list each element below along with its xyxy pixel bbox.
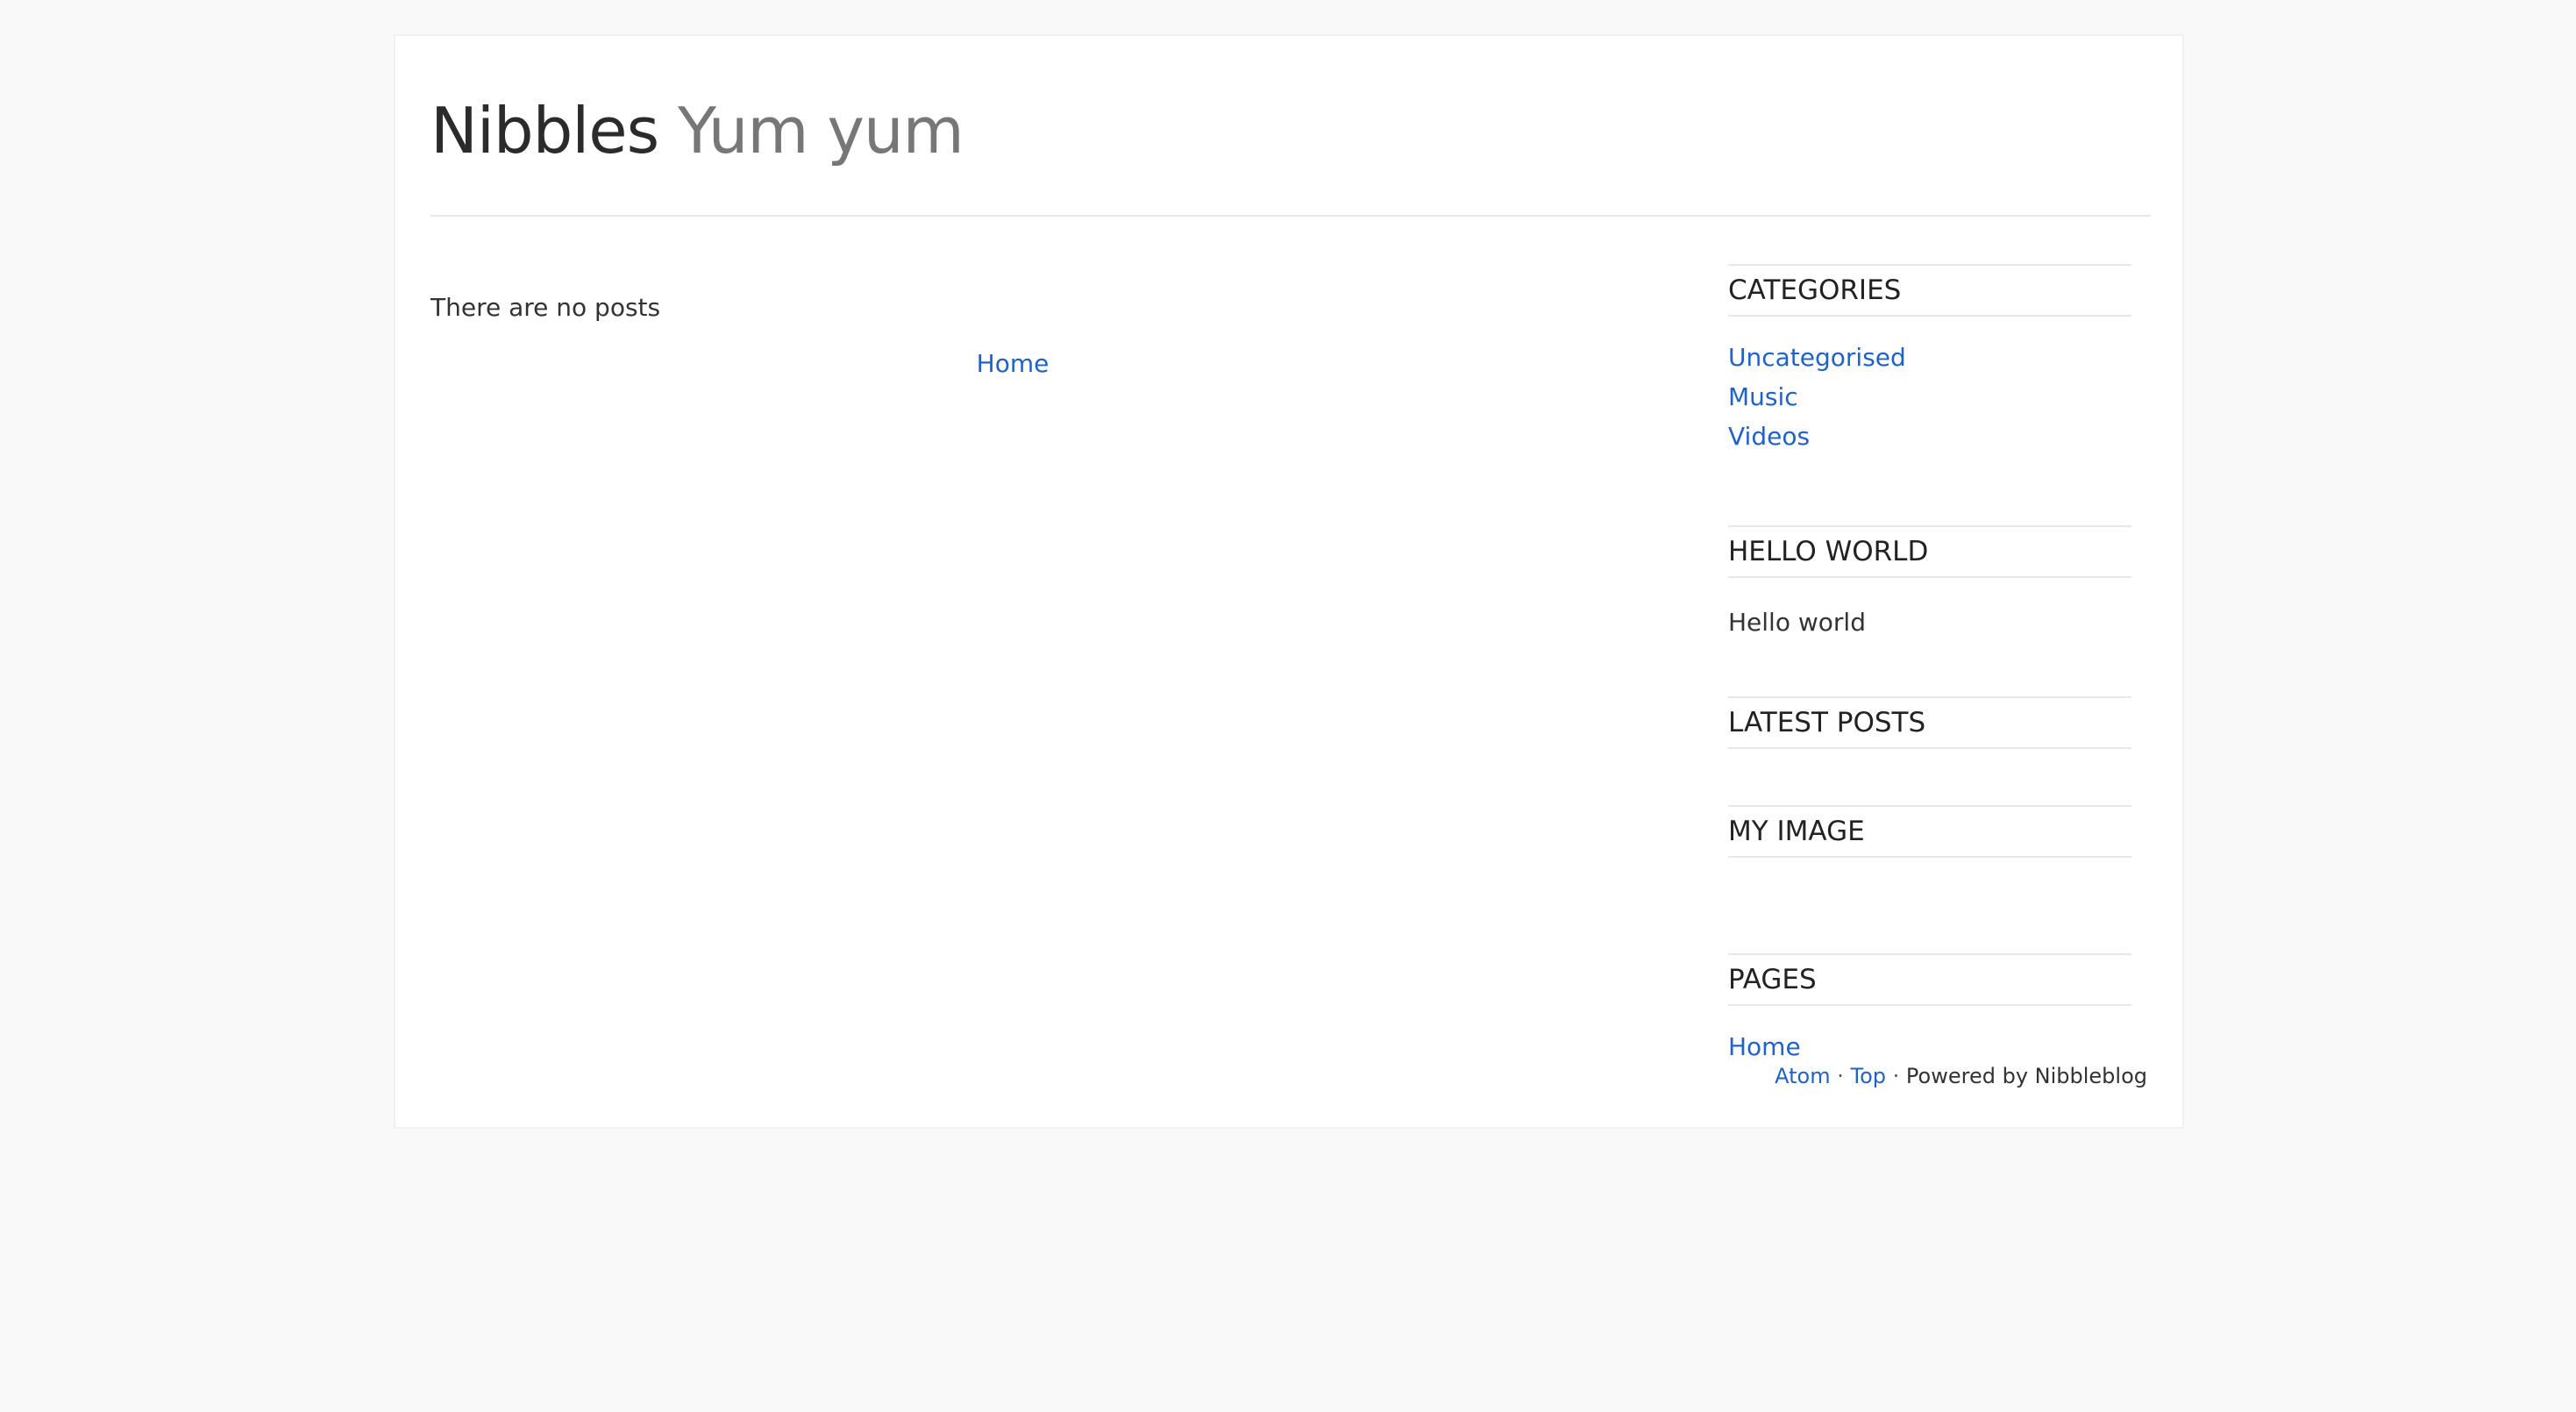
pager-home-link[interactable]: Home (977, 349, 1050, 378)
main-content: There are no posts Home (431, 290, 1570, 378)
plugin-latest-posts: LATEST POSTS (1728, 696, 2131, 749)
list-item: Music (1728, 377, 2131, 417)
plugin-title-categories: CATEGORIES (1728, 264, 2131, 317)
site-name: Nibbles (431, 94, 659, 168)
pager: Home (431, 346, 1595, 382)
category-link-music[interactable]: Music (1728, 382, 1798, 411)
back-to-top-link[interactable]: Top (1851, 1064, 1887, 1088)
atom-feed-link[interactable]: Atom (1775, 1064, 1830, 1088)
plugin-pages: PAGES Home (1728, 953, 2131, 1066)
plugin-categories: CATEGORIES Uncategorised Music Videos (1728, 264, 2131, 456)
site-header: Nibbles Yum yum (431, 94, 2151, 217)
footer-separator: · (1892, 1064, 1900, 1088)
category-link-uncategorised[interactable]: Uncategorised (1728, 343, 1906, 372)
list-item: Uncategorised (1728, 338, 2131, 377)
category-link-videos[interactable]: Videos (1728, 422, 1810, 451)
site-title: Nibbles Yum yum (431, 94, 964, 168)
plugin-title-my-image: MY IMAGE (1728, 805, 2131, 858)
powered-by-text: Powered by Nibbleblog (1905, 1064, 2147, 1088)
footer-separator: · (1837, 1064, 1844, 1088)
plugin-title-latest-posts: LATEST POSTS (1728, 696, 2131, 749)
hello-world-text: Hello world (1728, 608, 1866, 637)
plugin-my-image: MY IMAGE (1728, 805, 2131, 858)
categories-list: Uncategorised Music Videos (1728, 317, 2131, 456)
plugin-hello-world: HELLO WORLD Hello world (1728, 525, 2131, 642)
list-item: Videos (1728, 417, 2131, 456)
pages-list: Home (1728, 1006, 2131, 1066)
plugin-title-hello-world: HELLO WORLD (1728, 525, 2131, 578)
blog-container: Nibbles Yum yum There are no posts Home … (394, 34, 2184, 1129)
plugin-title-pages: PAGES (1728, 953, 2131, 1006)
no-posts-message: There are no posts (431, 293, 661, 322)
page-link-home[interactable]: Home (1728, 1032, 1801, 1061)
list-item: Home (1728, 1027, 2131, 1066)
site-footer: Atom · Top · Powered by Nibbleblog (1775, 1062, 2147, 1090)
site-slogan: Yum yum (677, 94, 964, 168)
